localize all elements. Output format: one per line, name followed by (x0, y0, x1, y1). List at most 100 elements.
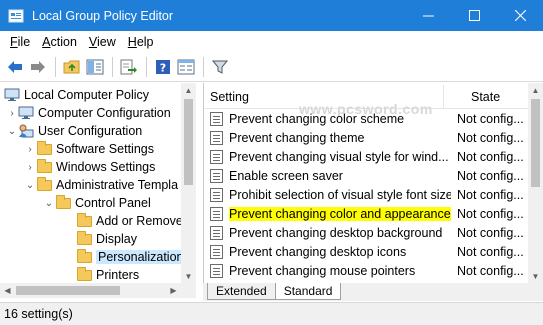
tree-item-label: Computer Configuration (38, 106, 171, 120)
forward-button[interactable] (27, 56, 49, 78)
close-icon (514, 10, 526, 21)
scrollbar-thumb[interactable] (16, 286, 120, 295)
setting-name: Prevent changing desktop background (229, 226, 451, 240)
folder-icon (36, 158, 52, 174)
tree-item-software-settings[interactable]: › Software Settings (24, 140, 154, 158)
scroll-down-arrow-icon[interactable]: ▼ (528, 269, 543, 283)
setting-state: Not config... (457, 263, 524, 278)
chevron-down-icon[interactable]: ⌄ (6, 126, 18, 137)
menu-bar: File Action View Help (0, 31, 543, 52)
close-button[interactable] (497, 0, 543, 31)
list-vertical-scrollbar[interactable]: ▲ ▼ (528, 83, 543, 283)
list-item[interactable]: Prevent changing desktop icons Not confi… (204, 242, 529, 261)
menu-action[interactable]: Action (36, 35, 83, 49)
settings-list[interactable]: Setting State www.pcsword.com Prevent ch… (203, 83, 543, 283)
folder-open-icon (55, 194, 71, 210)
tree-item-label: Control Panel (75, 196, 151, 210)
setting-name-text: Prevent changing visual style for wind..… (229, 149, 449, 164)
user-icon (18, 124, 34, 138)
properties-view-button[interactable] (175, 56, 197, 78)
menu-view-label: iew (97, 34, 116, 49)
setting-name-text: Prevent changing desktop icons (229, 244, 407, 259)
list-item-highlighted[interactable]: Prevent changing color and appearance No… (204, 204, 529, 223)
scroll-left-arrow-icon[interactable]: ◀ (0, 283, 15, 298)
tree-item-label: Personalization (96, 250, 186, 264)
up-one-level-button[interactable] (61, 56, 83, 78)
menu-action-label: ction (50, 34, 77, 49)
menu-help[interactable]: Help (122, 35, 160, 49)
help-button[interactable]: ? (152, 56, 174, 78)
chevron-right-icon[interactable]: › (6, 108, 18, 119)
scroll-down-arrow-icon[interactable]: ▼ (181, 269, 196, 283)
tree-item-personalization[interactable]: Personalization (76, 248, 186, 266)
tree-item-add-or-remove[interactable]: Add or Remove (76, 212, 183, 230)
tree-item-label: Administrative Templa (56, 178, 179, 192)
tree-item-user-configuration[interactable]: ⌄ User Configuration (6, 122, 142, 140)
list-item[interactable]: Prevent changing mouse pointers Not conf… (204, 261, 529, 280)
setting-name-text: Prevent changing mouse pointers (229, 263, 416, 278)
tab-standard-label: Standard (283, 284, 333, 298)
filter-button[interactable] (209, 56, 231, 78)
computer-icon (18, 106, 34, 120)
policy-setting-icon (210, 187, 223, 202)
tree-item-label: Add or Remove (96, 214, 183, 228)
tree-item-display[interactable]: Display (76, 230, 137, 248)
column-header-state[interactable]: State (444, 90, 500, 104)
export-list-button[interactable] (118, 56, 140, 78)
menu-file[interactable]: File (4, 35, 36, 49)
tree-horizontal-scrollbar[interactable]: ◀ ▶ (0, 283, 181, 298)
tree-item-computer-configuration[interactable]: › Computer Configuration (6, 104, 171, 122)
folder-icon (76, 212, 92, 228)
list-item[interactable]: Enable screen saver Not config... (204, 166, 529, 185)
policy-setting-icon (210, 149, 223, 164)
menu-view[interactable]: View (83, 35, 122, 49)
list-item[interactable]: Prevent changing theme Not config... (204, 128, 529, 147)
tree-item-printers[interactable]: Printers (76, 266, 139, 283)
tree-item-local-computer-policy[interactable]: Local Computer Policy (4, 86, 149, 104)
policy-setting-icon (210, 168, 223, 183)
folder-icon (36, 140, 52, 156)
chevron-right-icon[interactable]: › (24, 144, 36, 155)
export-list-icon (120, 59, 137, 74)
chevron-down-icon[interactable]: ⌄ (24, 180, 36, 191)
list-item[interactable]: Prevent changing visual style for wind..… (204, 147, 529, 166)
chevron-right-icon[interactable]: › (24, 162, 36, 173)
minimize-button[interactable] (405, 0, 451, 31)
scrollbar-thumb[interactable] (184, 99, 193, 185)
console-tree[interactable]: Local Computer Policy › Computer Configu… (0, 83, 196, 283)
list-item[interactable]: Prevent changing desktop background Not … (204, 223, 529, 242)
menu-help-label: elp (136, 34, 154, 49)
setting-name: Prevent changing color and appearance (229, 206, 451, 221)
svg-text:?: ? (160, 61, 166, 74)
menu-file-accel: F (10, 34, 18, 49)
chevron-down-icon[interactable]: ⌄ (43, 198, 55, 209)
setting-name-text: Prevent changing color and appearance (229, 206, 451, 221)
setting-name: Prevent changing color scheme (229, 112, 451, 126)
tab-standard[interactable]: Standard (274, 283, 342, 300)
menu-file-label: ile (17, 34, 31, 49)
tree-item-administrative-templates[interactable]: ⌄ Administrative Templa (24, 176, 178, 194)
column-header-state-label: State (471, 89, 501, 104)
folder-icon (76, 266, 92, 282)
tree-vertical-scrollbar[interactable]: ▲ ▼ (181, 83, 196, 283)
tree-item-control-panel[interactable]: ⌄ Control Panel (43, 194, 151, 212)
back-button[interactable] (4, 56, 26, 78)
scroll-up-arrow-icon[interactable]: ▲ (528, 83, 543, 97)
list-item[interactable]: Prevent changing color scheme Not config… (204, 109, 529, 128)
help-icon: ? (156, 59, 170, 74)
tab-extended[interactable]: Extended (207, 283, 276, 300)
setting-name-text: Prevent changing color scheme (229, 111, 405, 126)
scrollbar-thumb[interactable] (531, 99, 540, 187)
folder-icon (36, 176, 52, 192)
tree-item-windows-settings[interactable]: › Windows Settings (24, 158, 155, 176)
toolbar-separator (146, 56, 147, 77)
column-header-setting-label: Setting (210, 89, 249, 104)
maximize-button[interactable] (451, 0, 497, 31)
setting-name: Prevent changing desktop icons (229, 245, 451, 259)
setting-state: Not config... (457, 244, 524, 259)
scroll-up-arrow-icon[interactable]: ▲ (181, 83, 196, 97)
show-hide-tree-button[interactable] (84, 56, 106, 78)
scroll-right-arrow-icon[interactable]: ▶ (166, 283, 181, 298)
setting-name: Prevent changing mouse pointers (229, 264, 451, 278)
list-item[interactable]: Prohibit selection of visual style font … (204, 185, 529, 204)
